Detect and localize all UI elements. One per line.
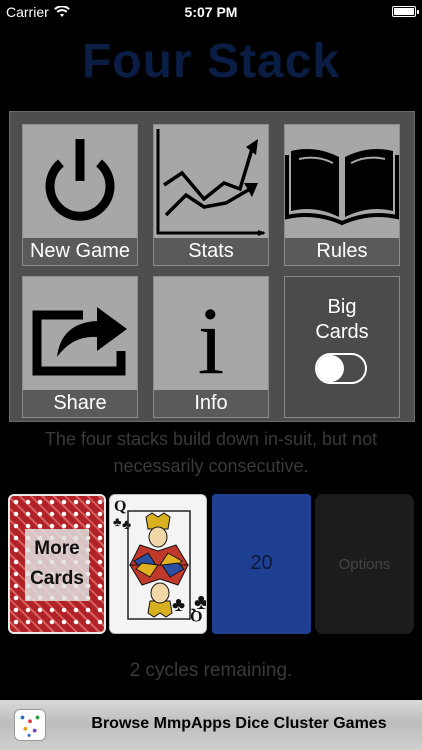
queen-of-clubs-card[interactable]: Q ♣ Q ♣ ♣ ♣	[109, 494, 207, 634]
share-arrow-icon	[32, 307, 127, 376]
stack-count-card[interactable]: 20	[212, 494, 311, 634]
svg-text:♣: ♣	[194, 589, 206, 614]
svg-text:i: i	[198, 287, 225, 391]
big-cards-label-line-2: Cards	[315, 321, 369, 343]
app-title: Four Stack	[81, 35, 341, 88]
share-label: Share	[23, 390, 137, 417]
new-game-button[interactable]: New Game	[22, 124, 138, 266]
ad-banner[interactable]: Browse MmpApps Dice Cluster Games	[0, 700, 422, 750]
options-button[interactable]: Options	[315, 494, 414, 634]
stack-count: 20	[250, 552, 273, 574]
hint-line-1: The four stacks build down in-suit, but …	[44, 429, 378, 449]
big-cards-label: Big Cards	[285, 295, 399, 345]
svg-text:Q: Q	[114, 498, 126, 515]
info-label: Info	[154, 390, 268, 417]
open-book-icon	[285, 149, 399, 226]
big-cards-label-line-1: Big	[327, 296, 357, 318]
svg-text:♣: ♣	[113, 514, 122, 529]
hint-text: The four stacks build down in-suit, but …	[0, 426, 422, 480]
share-button[interactable]: Share	[22, 276, 138, 418]
status-bar: Carrier 5:07 PM	[0, 0, 422, 24]
stats-button[interactable]: Stats	[153, 124, 269, 266]
more-cards-deck[interactable]: More Cards	[8, 494, 106, 634]
battery-icon	[392, 6, 419, 17]
power-icon	[45, 139, 115, 221]
game-menu-overlay: New Game Stats Rules Share i Info Big Ca…	[9, 111, 415, 422]
queen-of-clubs-image: Q ♣ Q ♣ ♣ ♣	[110, 495, 206, 633]
big-cards-toggle[interactable]	[315, 353, 367, 384]
rules-button[interactable]: Rules	[284, 124, 400, 266]
svg-text:♣: ♣	[172, 594, 185, 616]
rules-label: Rules	[285, 238, 399, 265]
new-game-label: New Game	[23, 238, 137, 265]
ad-text: Browse MmpApps Dice Cluster Games	[91, 715, 387, 732]
options-label: Options	[338, 556, 391, 573]
info-button[interactable]: i Info	[153, 276, 269, 418]
dice-cluster-app-icon	[14, 709, 46, 741]
svg-text:♣: ♣	[122, 516, 131, 532]
more-cards-line-2: Cards	[30, 568, 84, 589]
more-cards-label: More Cards	[25, 529, 89, 601]
info-icon: i	[198, 287, 225, 391]
stats-label: Stats	[154, 238, 268, 265]
cycles-remaining: 2 cycles remaining.	[129, 660, 293, 681]
big-cards-setting: Big Cards	[284, 276, 400, 418]
more-cards-line-1: More	[34, 538, 80, 559]
toggle-knob	[317, 355, 344, 382]
hint-line-2: necessarily consecutive.	[113, 456, 309, 476]
status-time: 5:07 PM	[184, 4, 238, 20]
stats-chart-icon	[156, 129, 266, 236]
